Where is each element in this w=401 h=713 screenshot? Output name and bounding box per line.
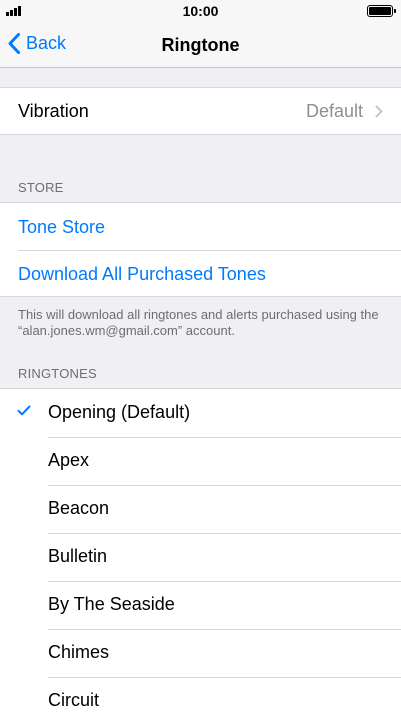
download-all-tones-link[interactable]: Download All Purchased Tones — [18, 264, 266, 285]
ringtone-item[interactable]: Opening (Default) — [0, 389, 401, 437]
vibration-label: Vibration — [18, 101, 89, 121]
ringtone-item[interactable]: Apex — [0, 437, 401, 485]
page-title: Ringtone — [161, 35, 240, 55]
ringtone-label: Apex — [48, 450, 90, 470]
ringtone-label: Opening (Default) — [48, 402, 191, 422]
tone-store-link[interactable]: Tone Store — [18, 217, 105, 238]
store-section: Tone Store Download All Purchased Tones — [0, 202, 401, 297]
chevron-right-icon — [375, 105, 383, 118]
battery-icon — [367, 5, 396, 17]
ringtone-label: Circuit — [48, 690, 100, 710]
ringtone-item[interactable]: Beacon — [0, 485, 401, 533]
ringtone-item[interactable]: Circuit — [0, 677, 401, 713]
ringtone-item[interactable]: Bulletin — [0, 533, 401, 581]
vibration-value: Default — [305, 101, 363, 121]
ringtone-item[interactable]: By The Seaside — [0, 581, 401, 629]
status-time: 10:00 — [182, 3, 219, 19]
vibration-row[interactable]: Vibration Default — [0, 87, 401, 135]
ringtone-label: Chimes — [48, 642, 110, 662]
divider — [18, 250, 401, 251]
navigation-bar: Back Ringtone — [0, 22, 401, 68]
ringtone-item[interactable]: Chimes — [0, 629, 401, 677]
ringtones-section-header: RINGTONES — [18, 366, 97, 381]
checkmark-icon — [17, 405, 31, 416]
store-footer-note: This will download all ringtones and ale… — [18, 307, 379, 338]
ringtone-label: Bulletin — [48, 546, 108, 566]
ringtone-label: By The Seaside — [48, 594, 175, 614]
ringtone-label: Beacon — [48, 498, 110, 518]
status-bar: 10:00 — [0, 0, 401, 22]
store-section-header: STORE — [18, 180, 64, 195]
ringtones-list: Opening (Default) Apex Beacon Bulletin B… — [0, 388, 401, 713]
